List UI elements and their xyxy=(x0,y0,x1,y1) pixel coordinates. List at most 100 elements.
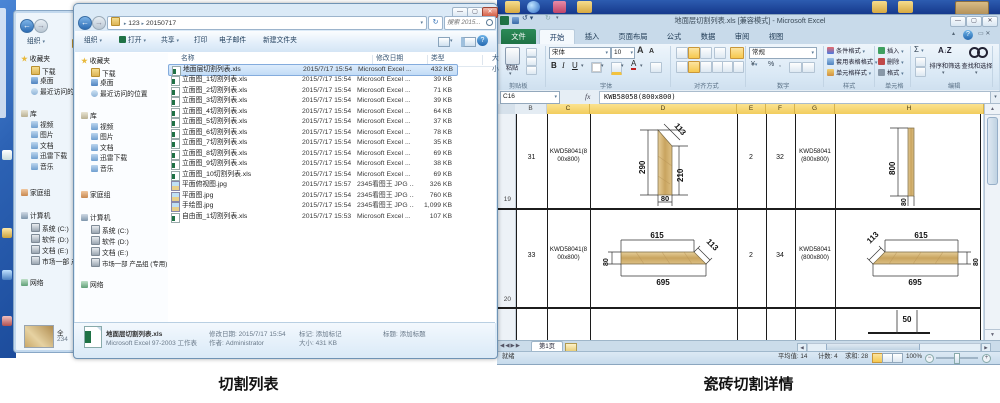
fill-icon[interactable] xyxy=(915,57,926,67)
sidebar-item-desktop[interactable]: 桌面 xyxy=(31,77,54,86)
borders-dropdown-icon[interactable]: ▾ xyxy=(601,63,604,69)
column-header-e[interactable]: E xyxy=(737,104,766,114)
tab-review[interactable]: 审阅 xyxy=(726,29,758,44)
search-input[interactable] xyxy=(445,19,483,26)
breadcrumb-segment[interactable]: 20150717 xyxy=(146,20,176,27)
sidebar-item-network[interactable]: 网络 xyxy=(21,279,44,288)
file-row[interactable]: 立面图_9切割列表.xls2015/7/17 15:54Microsoft Ex… xyxy=(168,159,456,169)
column-header-c[interactable]: C xyxy=(547,104,590,114)
taskbar-folder-icon[interactable] xyxy=(505,1,520,13)
sidebar-item-homegroup[interactable]: 家庭组 xyxy=(21,189,50,198)
paste-label[interactable]: 粘贴 xyxy=(502,64,522,74)
cell-styles-button[interactable]: 单元格样式 ▾ xyxy=(827,69,871,79)
orientation-icon[interactable] xyxy=(714,47,726,59)
cell-g19[interactable]: KWD58041(800x800) xyxy=(797,148,833,164)
file-row[interactable]: 立面图_5切割列表.xls2015/7/17 15:54Microsoft Ex… xyxy=(168,117,456,127)
back-icon[interactable]: ← xyxy=(78,16,92,30)
file-row[interactable]: 立面图_4切割列表.xls2015/7/17 15:54Microsoft Ex… xyxy=(168,107,456,117)
zoom-slider-thumb[interactable] xyxy=(954,353,960,364)
fill-dropdown-icon[interactable]: ▾ xyxy=(621,63,624,69)
accounting-format-icon[interactable]: ¥▾ xyxy=(751,61,757,68)
paste-dropdown-icon[interactable]: ▾ xyxy=(509,71,512,77)
tab-page-layout[interactable]: 页面布局 xyxy=(610,29,656,44)
align-bottom-icon[interactable] xyxy=(700,47,712,59)
sidebar-item-documents[interactable]: 文档 xyxy=(91,144,114,153)
increase-indent-icon[interactable] xyxy=(722,61,733,73)
align-left-icon[interactable] xyxy=(676,61,688,73)
cell-c19[interactable]: KWD58041(800x800) xyxy=(549,148,588,164)
conditional-formatting-button[interactable]: 条件格式 ▾ xyxy=(827,47,865,57)
sidebar-item-drive-share[interactable]: 市场一部 产品组 (专用) xyxy=(91,258,167,269)
cell-e19[interactable]: 2 xyxy=(737,154,765,161)
breadcrumb-segment[interactable]: 123 xyxy=(128,20,139,27)
tab-file[interactable]: 文件 xyxy=(501,29,536,44)
row-number[interactable]: 20 xyxy=(497,296,511,303)
file-row[interactable]: 平面图.jpg2015/7/17 15:542345看图王 JPG ...760… xyxy=(168,191,456,201)
details-title[interactable]: 标题: 添加标题 xyxy=(383,328,426,338)
cut-icon[interactable] xyxy=(526,48,537,57)
sort-filter-dropdown-icon[interactable]: ▾ xyxy=(942,70,945,76)
name-box[interactable]: C16▾ xyxy=(500,91,560,104)
sheet-nav-icons[interactable]: ◀◀▶▶ xyxy=(500,343,521,349)
cell-c20[interactable]: KWD58041(800x800) xyxy=(549,246,588,262)
collapse-ribbon-icon[interactable]: ▴ xyxy=(952,30,955,37)
merge-center-icon[interactable] xyxy=(733,61,744,73)
file-row[interactable]: 手绘图.jpg2015/7/17 15:542345看图王 JPG ...1,0… xyxy=(168,201,456,211)
column-header-h[interactable]: H xyxy=(835,104,984,114)
file-row[interactable]: 立面图_2切割列表.xls2015/7/17 15:54Microsoft Ex… xyxy=(168,86,456,96)
column-header-type[interactable]: 类型 xyxy=(431,53,445,64)
sidebar-item-drive-e[interactable]: 文档 (E:) xyxy=(91,247,128,258)
formula-input[interactable]: KWB58058(800x800) xyxy=(599,91,991,104)
views-icon[interactable] xyxy=(438,37,450,47)
paste-icon[interactable] xyxy=(505,47,520,65)
shrink-font-icon[interactable]: A xyxy=(649,48,654,55)
clear-icon[interactable] xyxy=(915,67,926,77)
help-icon[interactable]: ? xyxy=(963,30,973,40)
preview-pane-icon[interactable] xyxy=(461,37,476,47)
zoom-level[interactable]: 100% xyxy=(906,351,922,363)
tab-view[interactable]: 视图 xyxy=(760,29,792,44)
taskbar-app-icon[interactable] xyxy=(553,1,566,13)
help-icon[interactable]: ? xyxy=(477,35,488,46)
refresh-icon[interactable]: ↻ xyxy=(428,16,443,30)
file-row[interactable]: 立面图_8切割列表.xls2015/7/17 15:54Microsoft Ex… xyxy=(168,149,456,159)
row-number[interactable]: 19 xyxy=(497,196,511,203)
cell-g20[interactable]: KWD58041(800x800) xyxy=(797,246,833,262)
sidebar-item-videos[interactable]: 视频 xyxy=(91,123,114,132)
search-box[interactable] xyxy=(444,16,496,30)
align-top-icon[interactable] xyxy=(676,47,688,59)
sidebar-item-drive-d[interactable]: 软件 (D:) xyxy=(91,236,129,247)
taskbar-browser-icon[interactable] xyxy=(527,1,540,13)
font-size-select[interactable]: 10▾ xyxy=(611,47,635,59)
sidebar-item-music[interactable]: 音乐 xyxy=(91,165,114,174)
column-header-date[interactable]: 修改日期 xyxy=(376,53,403,64)
email-button[interactable]: 电子邮件 xyxy=(219,34,246,48)
grow-font-icon[interactable]: A xyxy=(637,45,644,55)
taskbar-folder-icon[interactable] xyxy=(577,1,592,13)
column-header-b[interactable]: B xyxy=(515,104,547,114)
sidebar-item-drive-c[interactable]: 系统 (C:) xyxy=(31,223,69,234)
organize-button[interactable]: 组织 ▾ xyxy=(84,34,102,48)
file-row[interactable]: 平面俯视图.jpg2015/7/17 15:572345看图王 JPG ...3… xyxy=(168,180,456,190)
sidebar-item-drive-c[interactable]: 系统 (C:) xyxy=(91,225,129,236)
tab-insert[interactable]: 插入 xyxy=(576,29,608,44)
sidebar-item-homegroup[interactable]: 家庭组 xyxy=(81,191,110,200)
print-button[interactable]: 打印 xyxy=(194,34,208,48)
font-name-select[interactable]: 宋体▾ xyxy=(549,47,611,59)
scroll-up-icon[interactable]: ▲ xyxy=(985,104,1000,115)
sidebar-item-recent[interactable]: 最近访问的位置 xyxy=(91,90,148,99)
cell-b20[interactable]: 33 xyxy=(516,252,547,259)
font-color-dropdown-icon[interactable]: ▾ xyxy=(640,63,643,69)
delete-cells-button[interactable]: 删除 ▾ xyxy=(878,58,904,68)
tab-home[interactable]: 开始 xyxy=(539,29,575,45)
close-button[interactable]: ✕ xyxy=(982,16,998,27)
zoom-out-icon[interactable]: − xyxy=(925,354,934,363)
sidebar-item-downloads[interactable]: 下载 xyxy=(31,66,56,77)
organize-button[interactable]: 组织 ▾ xyxy=(27,35,45,49)
increase-decimal-icon[interactable] xyxy=(789,62,802,73)
desktop-icon[interactable] xyxy=(2,270,12,280)
underline-icon[interactable]: U xyxy=(572,61,578,70)
column-header-name[interactable]: 名称 xyxy=(181,53,195,64)
vertical-scrollbar[interactable]: ▲ ▼ xyxy=(984,104,1000,340)
file-row[interactable]: 立面图_6切割列表.xls2015/7/17 15:54Microsoft Ex… xyxy=(168,128,456,138)
